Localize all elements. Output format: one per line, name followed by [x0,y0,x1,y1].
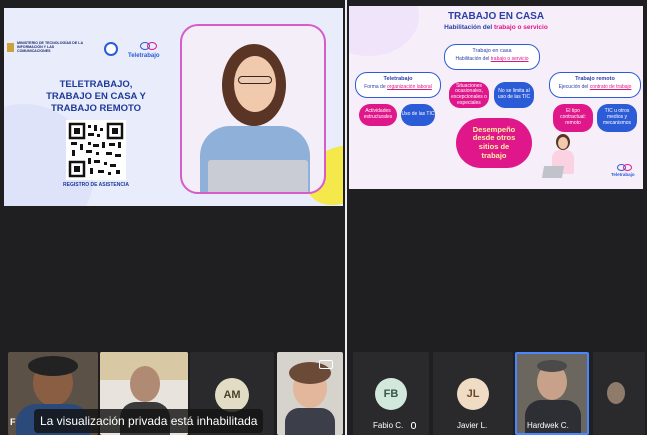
presenter-photo [180,24,326,194]
teletrabajo-logo-small-icon: Teletrabajo [611,164,639,184]
slide-subtitle: Habilitación del trabajo o servicio [444,24,548,31]
slide-title: TRABAJO EN CASA [447,11,545,22]
government-logo-icon [104,42,118,56]
participant-tile-4[interactable] [277,352,343,435]
pill-tic-otros: TIC u otros medios y mecanismos [597,104,637,132]
participant-name: Hardwek C. [527,421,569,430]
participant-tile-javier[interactable]: JL Javier L. [433,352,513,435]
pill-actividades: Actividades estructurales [359,104,397,126]
right-shared-slide: TRABAJO EN CASA Habilitación del trabajo… [349,6,643,189]
left-video-pane: MINISTERIO DE TECNOLOGÍAS DE LA INFORMAC… [0,0,345,435]
qr-caption: REGISTRO DE ASISTENCIA [63,182,129,188]
pill-tipo-contractual: El tipo contractual: remoto [553,104,593,132]
avatar: AM [215,378,249,412]
left-shared-slide: MINISTERIO DE TECNOLOGÍAS DE LA INFORMAC… [4,8,343,206]
center-concept-box: Trabajo en casa Habilitación del trabajo… [444,44,540,70]
qr-code-icon [66,120,126,180]
participant-initial: F [10,417,16,427]
slide-title-line2: TRABAJO EN CASA Y [46,91,146,102]
ministry-name: MINISTERIO DE TECNOLOGÍAS DE LA INFORMAC… [17,41,83,53]
avatar: JL [457,378,489,410]
pill-ocasionales: Situaciones ocasionales, excepcionales o… [449,82,489,108]
participant-tile-fabio[interactable]: FB Fabio C. [353,352,429,435]
participant-name: Javier L. [457,421,488,430]
pill-no-limita: No se limita al uso de las TIC [494,82,534,108]
participant-name: Fabio C. [373,421,404,430]
avatar: FB [375,378,407,410]
participant-tile-partial[interactable] [593,352,645,435]
illustration-woman-laptop [539,134,589,188]
center-performance-bubble: Desempeño desde otros sitios de trabajo [456,118,532,168]
slide-title-line3: TRABAJO REMOTO [50,103,142,114]
private-view-banner: La visualización privada está inhabilita… [34,409,264,433]
slide-title-line1: TELETRABAJO, [59,79,133,90]
teletrabajo-concept-box: Teletrabajo Forma de organización labora… [355,72,441,98]
coat-of-arms-icon [7,43,14,52]
brand-name: Teletrabajo [128,53,160,59]
camera-icon[interactable] [319,360,333,369]
banner-text: La visualización privada está inhabilita… [40,414,258,428]
mic-muted-icon [411,422,416,429]
participant-tile-hardwek[interactable]: Hardwek C. [515,352,589,435]
right-video-pane: TRABAJO EN CASA Habilitación del trabajo… [347,0,647,435]
trabajo-remoto-concept-box: Trabajo remoto Ejecución del contrato de… [549,72,641,98]
pill-uso-tic: Uso de las TIC [401,104,435,126]
